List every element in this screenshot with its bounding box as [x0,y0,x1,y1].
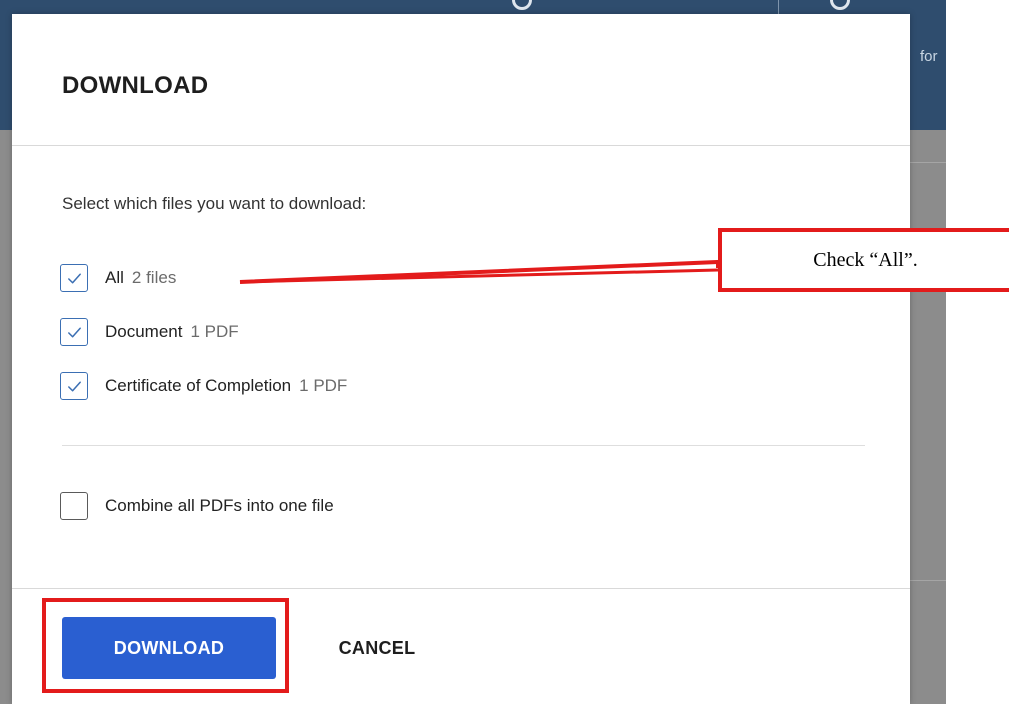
option-label: All [105,268,124,287]
option-all[interactable]: All 2 files [60,263,176,293]
combine-checkbox[interactable] [60,492,88,520]
progress-ring-icon [512,0,532,10]
option-meta: 2 files [131,268,177,287]
option-certificate[interactable]: Certificate of Completion 1 PDF [60,371,347,401]
checkmark-icon [67,380,81,392]
progress-ring-icon [830,0,850,10]
checkmark-icon [67,326,81,338]
cancel-button[interactable]: CANCEL [312,617,442,679]
instruction-text: Select which files you want to download: [62,194,367,213]
option-combine[interactable]: Combine all PDFs into one file [60,491,334,521]
document-checkbox[interactable] [60,318,88,346]
option-label: Document [105,322,183,341]
dialog-header: DOWNLOAD [12,14,910,146]
option-meta: 1 PDF [299,376,348,395]
dialog-title: DOWNLOAD [62,72,209,99]
annotation-callout: Check “All”. [718,228,1009,292]
all-checkbox[interactable] [60,264,88,292]
checkmark-icon [67,272,81,284]
background-divider [910,580,946,581]
option-meta: 1 PDF [190,322,239,341]
footer-divider [12,588,910,589]
background-divider [910,162,946,163]
option-label: Certificate of Completion [105,376,292,395]
certificate-checkbox[interactable] [60,372,88,400]
callout-text: Check “All”. [813,248,918,271]
download-highlight [42,598,289,693]
option-document[interactable]: Document 1 PDF [60,317,239,347]
header-text-fragment: for [920,48,938,65]
option-label: Combine all PDFs into one file [105,496,334,515]
section-divider [62,445,865,446]
